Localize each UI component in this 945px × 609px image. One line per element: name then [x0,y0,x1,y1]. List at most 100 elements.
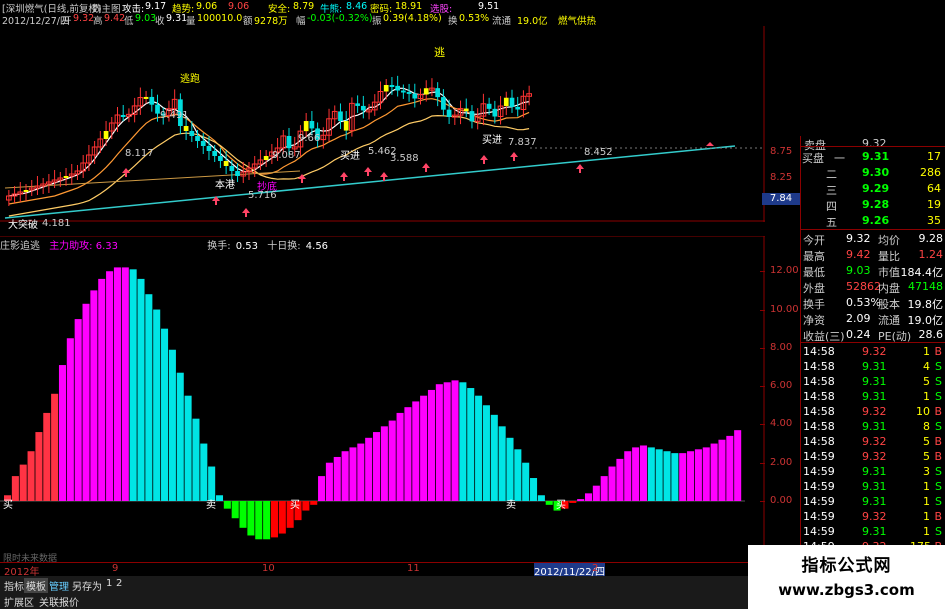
indicator-bar [106,271,114,501]
future-data-note: 限时未来数据 [3,554,58,564]
indicator-bar [341,451,349,501]
price-label-3: 9.087 [272,150,301,161]
tick-row: 14:599.311S [803,495,942,508]
indicator-bar [396,412,404,501]
indicator-bar [482,405,490,501]
indicator-bar [310,501,318,505]
indicator-bar [663,451,671,501]
candle-body [183,126,189,131]
indicator-bar [66,338,74,501]
indicator-bar [694,449,702,501]
indicator-bar [373,432,381,501]
candle-body [235,171,240,176]
indicator-bar [74,319,82,501]
bottom-signal: 抄底 [257,182,277,193]
indicator-bar [35,432,43,501]
buy-arrow-icon [480,155,488,164]
change-value: -0.03(-0.32%) [307,13,373,24]
quote-panel: 卖盘 9.32 买盘一 9.31 17 二 9.30 286 三 9.29 64 四 9.28 19 五… [800,136,945,583]
indicator-bar [726,435,734,501]
indicator-bar [82,303,90,501]
indicator-bar [215,495,224,501]
candle-body [23,190,29,192]
site-watermark: 指标公式网 www.zbgs3.com [748,545,945,609]
tab-page-2[interactable]: 2 [114,578,124,589]
candle-body [509,97,515,107]
low-value: 9.03 [135,13,157,24]
low-label: 低 [124,16,134,27]
indicator-bar [679,453,687,501]
y-tick-label: 6.00 [770,380,793,392]
buy-arrow-icon [422,163,430,172]
indicator-bar [451,380,459,501]
price-label-6: 3.588 [390,153,419,164]
indicator-bars [4,267,742,540]
indicator-chart[interactable] [0,236,765,562]
close-value: 9.31 [166,13,188,24]
watermark-url: www.zbgs3.com [778,581,915,599]
tab-manage[interactable]: 管理 [47,578,71,593]
candle-body [412,93,418,99]
tab-page-1[interactable]: 1 [104,578,114,589]
candle-body [309,121,315,129]
tab-indicator[interactable]: 指标 [2,578,26,593]
buy-marker-2: 买 [290,500,300,511]
close-label: 收 [155,16,165,27]
indicator-bar [239,501,247,528]
indicator-bar [624,451,632,501]
high-label: 高 [93,16,103,27]
watermark-title: 指标公式网 [801,556,892,576]
extension-area-button[interactable]: 扩展区 [2,594,36,609]
y-tick-label: 12.00 [770,265,799,277]
indicator-bar [388,420,396,501]
indicator-bar [223,501,231,509]
date-label: 2012/12/27/四 [2,16,70,27]
indicator-bar [51,393,59,501]
quote-stat-row: 最高 9.42 量比 1.24 [803,248,943,263]
x-tick-label: 10 [262,563,275,574]
indicator-bar [255,501,263,540]
y-tick-label: 2.00 [770,456,793,468]
buy-signal-3: 本港 [215,180,235,191]
indicator-bar [632,447,640,501]
indicator-bar [19,464,27,501]
indicator-bar [608,466,616,501]
indicator-bar [98,278,106,501]
indicator-bar [577,499,585,501]
turnover-value: 0.53% [459,13,490,24]
sell-signal-mid: 逃跑 [180,74,200,85]
choose-value: 9.51 [478,1,500,12]
candle-body [389,85,395,88]
x-tick-label: 9 [112,563,119,574]
concept-label: 燃气供热 [558,16,597,27]
indicator-bar [129,269,137,501]
candle-body [395,85,400,91]
indicator-bar [710,443,718,501]
vol-value: 100010.0 [197,13,243,24]
indicator-bar [569,501,577,503]
indicator-bar [357,443,365,501]
candle-body [486,103,492,109]
tab-save-as[interactable]: 另存为 [70,578,104,593]
candle-body [223,161,229,166]
buy-level-row: 三 9.29 64 [826,182,941,197]
indicator-bar [192,418,200,501]
price-axis-label-2: 8.25 [770,172,793,183]
price-label-10: 9.66 [298,133,321,144]
related-quote-button[interactable]: 关联报价 [37,594,81,609]
candle-body [103,131,109,139]
candle-body [218,156,223,161]
price-chart[interactable] [0,26,765,222]
indicator-bar [420,395,428,501]
indicator-bar [475,395,483,501]
candle-body [435,88,441,98]
buy-arrow-icon [576,164,584,173]
price-label-1: 9.491 [160,110,189,121]
indicator-bar [584,493,593,501]
price-label-8: 8.452 [584,147,613,158]
buy-arrow-icon [340,172,348,181]
tab-template[interactable]: 模板 [24,578,48,593]
quote-stat-row: 今开 9.32 均价 9.28 [803,232,943,247]
tick-row: 14:59 9.32 1 B [803,510,942,523]
indicator-bar [161,328,169,501]
